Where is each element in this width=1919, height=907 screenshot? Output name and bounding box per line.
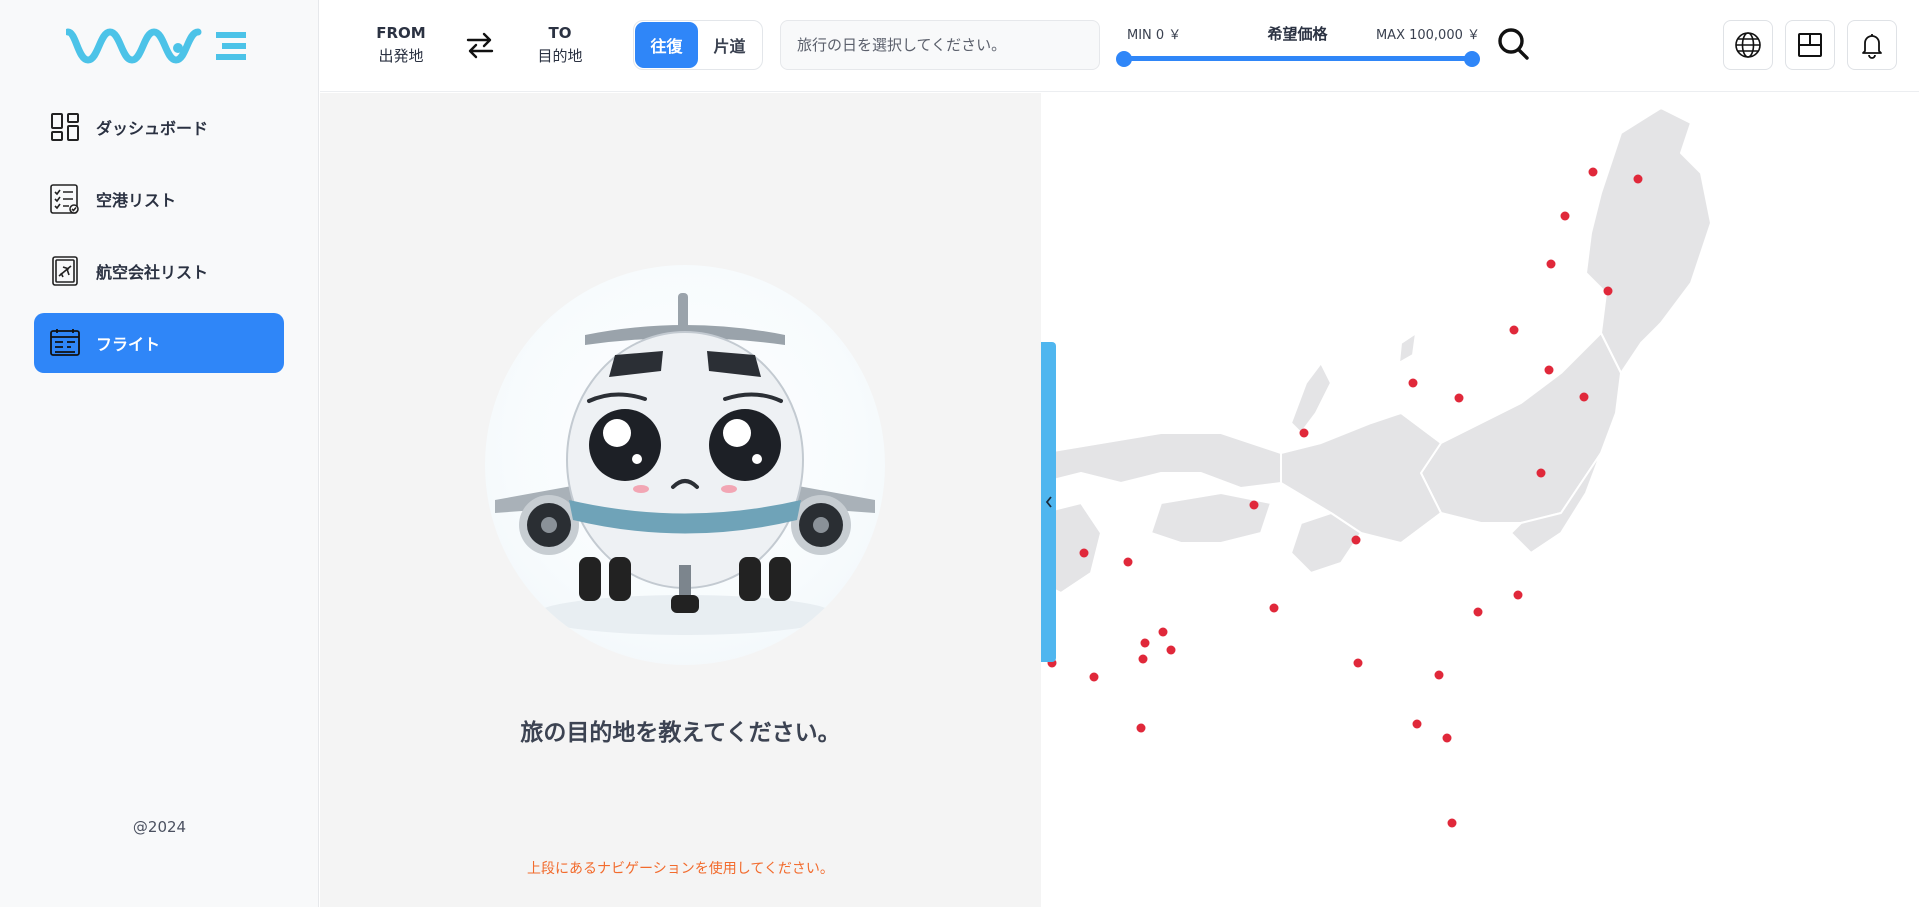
airport-dot [1353, 658, 1363, 668]
layout-button[interactable] [1785, 20, 1835, 70]
from-sub-label: 出発地 [378, 47, 424, 65]
to-selector[interactable]: TO 目的地 [520, 22, 600, 68]
price-max-label: MAX 100,000 ￥ [1375, 28, 1480, 43]
bell-icon [1862, 34, 1882, 59]
travel-date-input[interactable] [780, 20, 1100, 70]
sidebar-item-label: 空港リスト [96, 191, 177, 210]
price-range-slider: MIN 0 ￥ 希望価格 MAX 100,000 ￥ [1115, 22, 1480, 72]
round-trip-option[interactable]: 往復 [635, 22, 698, 68]
sidebar-item-label: 航空会社リスト [96, 263, 209, 282]
sidebar-item-airports[interactable]: 空港リスト [34, 169, 284, 229]
airport-dot [1434, 670, 1444, 680]
from-label: FROM [376, 24, 426, 42]
swap-icon[interactable] [464, 30, 496, 60]
sidebar: ダッシュボード 空港リスト 航空会社リスト フライト @2024 [0, 0, 319, 907]
airport-dot [1509, 325, 1519, 335]
flight-schedule-icon [48, 326, 82, 360]
airport-dot [1544, 365, 1554, 375]
sidebar-item-flights[interactable]: フライト [34, 313, 284, 373]
to-sub-label: 目的地 [537, 47, 583, 65]
copyright: @2024 [132, 818, 187, 836]
map-region [1585, 107, 1712, 374]
airport-dot [1351, 535, 1361, 545]
one-way-option[interactable]: 片道 [698, 22, 761, 68]
airport-dot [1136, 723, 1146, 733]
airline-icon [48, 254, 82, 288]
panel-collapse-handle[interactable] [1041, 342, 1056, 662]
globe-icon [1735, 32, 1761, 58]
sidebar-item-dashboard[interactable]: ダッシュボード [34, 97, 284, 157]
checklist-icon [48, 182, 82, 216]
airport-dot [1089, 672, 1099, 682]
airport-dot [1269, 603, 1279, 613]
airport-dot [1579, 392, 1589, 402]
airport-dot [1633, 174, 1643, 184]
japan-map[interactable] [1040, 93, 1919, 907]
airport-dot [1249, 500, 1259, 510]
map-region [1150, 492, 1272, 544]
airport-dot [1299, 428, 1309, 438]
airport-dot [1447, 818, 1457, 828]
price-min-handle[interactable] [1116, 51, 1132, 67]
airport-dot [1473, 607, 1483, 617]
airport-dot [1560, 211, 1570, 221]
price-track[interactable] [1123, 56, 1475, 61]
to-label: TO [548, 24, 572, 42]
search-header: FROM 出発地 TO 目的地 往復 片道 MIN 0 ￥ 希望価格 MAX 1… [320, 0, 1919, 92]
sad-airplane-illustration [485, 265, 885, 665]
dashboard-icon [48, 110, 82, 144]
sidebar-item-label: フライト [96, 335, 161, 354]
language-button[interactable] [1723, 20, 1773, 70]
airport-dot [1603, 286, 1613, 296]
airport-dot [1123, 557, 1133, 567]
navigation-hint: 上段にあるナビゲーションを使用してください。 [527, 861, 834, 877]
airport-dot [1140, 638, 1150, 648]
sidebar-item-airlines[interactable]: 航空会社リスト [34, 241, 284, 301]
destination-prompt: 旅の目的地を教えてください。 [520, 720, 841, 746]
sidebar-nav: ダッシュボード 空港リスト 航空会社リスト フライト [34, 97, 284, 385]
airport-dot [1454, 393, 1464, 403]
airport-dot [1158, 627, 1168, 637]
airport-dot [1166, 645, 1176, 655]
airport-dot [1546, 259, 1556, 269]
airport-dot [1513, 590, 1523, 600]
map-region [1398, 332, 1417, 364]
airport-dot [1079, 548, 1089, 558]
airport-dot [1442, 733, 1452, 743]
airport-dot [1408, 378, 1418, 388]
trip-type-toggle: 往復 片道 [633, 20, 763, 70]
map-region [1290, 362, 1332, 434]
map-region [1040, 432, 1282, 489]
airport-dot [1412, 719, 1422, 729]
wave-logo[interactable] [66, 26, 250, 66]
from-selector[interactable]: FROM 出発地 [361, 22, 441, 68]
price-max-handle[interactable] [1464, 51, 1480, 67]
airport-dot [1138, 654, 1148, 664]
notifications-button[interactable] [1847, 20, 1897, 70]
airport-dot [1536, 468, 1546, 478]
chevron-left-icon [1045, 496, 1052, 508]
airport-dot [1588, 167, 1598, 177]
map-region [1420, 332, 1622, 524]
destination-panel: 旅の目的地を教えてください。 上段にあるナビゲーションを使用してください。 [320, 93, 1041, 907]
search-icon[interactable] [1496, 26, 1530, 62]
sidebar-item-label: ダッシュボード [96, 119, 209, 138]
layout-icon [1798, 33, 1822, 57]
